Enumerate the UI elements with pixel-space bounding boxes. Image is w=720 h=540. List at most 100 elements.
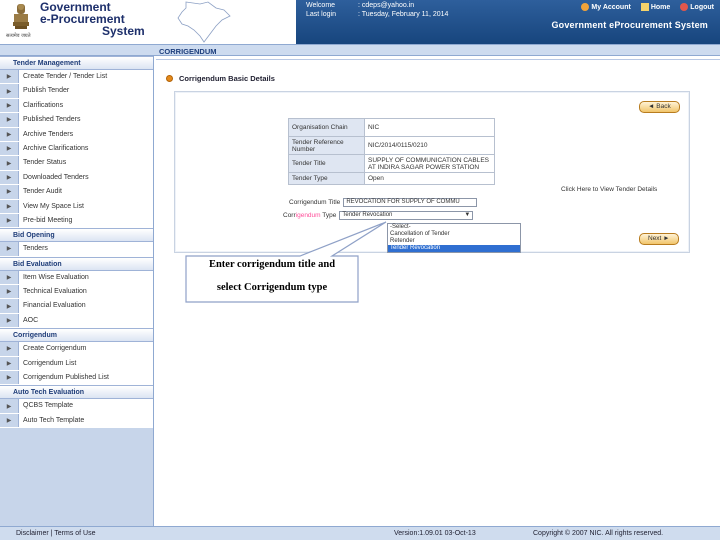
sidebar-item-archive-tenders[interactable]: ▶ Archive Tenders: [0, 127, 153, 142]
sidebar-item-aoc[interactable]: ▶ AOC: [0, 313, 153, 329]
brand-line-3: System: [102, 24, 145, 38]
corrigendum-title-label: Corrigendum Title: [289, 199, 341, 206]
chevron-right-icon: ▶: [6, 246, 12, 253]
sidebar-item-create-corrigendum[interactable]: ▶ Create Corrigendum: [0, 342, 153, 357]
chevron-right-icon: ▶: [6, 218, 12, 225]
detail-value: Open: [364, 172, 495, 185]
detail-key: Tender Type: [288, 172, 365, 185]
section-heading: Corrigendum Basic Details: [166, 74, 275, 83]
sidebar: Tender Management ▶ Create Tender / Tende…: [0, 56, 154, 526]
dropdown-option[interactable]: -Select-: [388, 224, 520, 231]
chevron-right-icon: ▶: [6, 289, 12, 296]
bullet-icon: [166, 75, 173, 82]
logout-icon: [680, 3, 689, 11]
terms-link[interactable]: Terms of Use: [54, 530, 95, 537]
corrigendum-title-row: Corrigendum Title REVOCATION FOR SUPPLY …: [289, 198, 478, 207]
table-row: Organisation Chain NIC: [288, 118, 495, 137]
details-panel: ◄ Back Organisation Chain NIC Tender Refe…: [174, 91, 690, 253]
sidebar-item-downloaded-tenders[interactable]: ▶ Downloaded Tenders: [0, 170, 153, 186]
sidebar-item-corrigendum-list[interactable]: ▶ Corrigendum List: [0, 356, 153, 372]
chevron-right-icon: ▶: [6, 146, 12, 153]
last-login-value: : Tuesday, February 11, 2014: [358, 11, 449, 18]
copyright-text: Copyright © 2007 NIC. All rights reserve…: [533, 530, 664, 537]
sidebar-item-create-tender[interactable]: ▶ Create Tender / Tender List: [0, 70, 153, 85]
chevron-right-icon: ▶: [6, 418, 12, 424]
footer: Disclaimer | Terms of Use Version:1.09.0…: [0, 526, 720, 540]
chevron-right-icon: ▶: [6, 174, 12, 181]
logout-link[interactable]: Logout: [680, 3, 714, 11]
sidebar-item-tender-audit[interactable]: ▶ Tender Audit: [0, 185, 153, 200]
next-button[interactable]: Next ►: [639, 233, 679, 245]
chevron-down-icon: ▼: [464, 212, 471, 218]
sidebar-item-technical-evaluation[interactable]: ▶ Technical Evaluation: [0, 285, 153, 300]
chevron-right-icon: ▶: [6, 88, 12, 95]
header: सत्यमेव जयते Government e-Procurement Sy…: [0, 0, 720, 44]
version-text: Version:1.09.01 03-Oct-13: [394, 530, 476, 537]
detail-key: Organisation Chain: [288, 118, 365, 137]
table-row: Tender Reference Number NIC/2014/0115/021…: [288, 136, 495, 155]
sidebar-item-prebid-meeting[interactable]: ▶ Pre-bid Meeting: [0, 213, 153, 229]
corrigendum-type-select[interactable]: Tender Revocation ▼: [339, 211, 474, 220]
chevron-right-icon: ▶: [6, 375, 12, 382]
corrigendum-title-input[interactable]: REVOCATION FOR SUPPLY OF COMMU: [343, 198, 478, 207]
sidebar-item-publish-tender[interactable]: ▶ Publish Tender: [0, 84, 153, 99]
sidebar-section-auto-tech-evaluation: Auto Tech Evaluation: [0, 385, 153, 400]
chevron-right-icon: ▶: [6, 360, 12, 367]
brand-title: Government e-Procurement System: [40, 1, 145, 37]
sidebar-section-corrigendum: Corrigendum: [0, 328, 153, 343]
emblem-caption: सत्यमेव जयते: [6, 33, 31, 39]
last-login-row: Last login : Tuesday, February 11, 2014: [306, 11, 448, 18]
dropdown-option[interactable]: Cancellation of Tender: [388, 231, 520, 238]
home-icon: [640, 3, 649, 11]
corrigendum-type-dropdown: -Select- Cancellation of Tender Retender…: [387, 223, 521, 253]
chevron-right-icon: ▶: [6, 117, 12, 124]
dropdown-option[interactable]: Retender: [388, 238, 520, 245]
sidebar-item-published-tenders[interactable]: ▶ Published Tenders: [0, 113, 153, 128]
sidebar-item-tenders[interactable]: ▶ Tenders: [0, 242, 153, 257]
emblem-icon: [13, 4, 29, 29]
chevron-right-icon: ▶: [6, 346, 12, 353]
chevron-right-icon: ▶: [6, 189, 12, 196]
welcome-row: Welcome : cdeps@yahoo.in: [306, 2, 414, 9]
footer-links: Disclaimer | Terms of Use: [16, 530, 96, 537]
my-account-link[interactable]: My Account: [581, 3, 631, 11]
callout-line-1: Enter corrigendum title and: [208, 259, 336, 270]
chevron-right-icon: ▶: [6, 102, 12, 109]
welcome-value: : cdeps@yahoo.in: [358, 2, 415, 9]
sidebar-item-financial-evaluation[interactable]: ▶ Financial Evaluation: [0, 299, 153, 314]
detail-value: NIC/2014/0115/0210: [364, 136, 495, 155]
chevron-right-icon: ▶: [6, 303, 12, 310]
india-map-icon: [177, 1, 231, 43]
system-title: Government eProcurement System: [551, 20, 708, 30]
sidebar-item-auto-tech-template[interactable]: ▶ Auto Tech Template: [0, 413, 153, 429]
last-login-key: Last login: [306, 11, 336, 18]
view-tender-details-link[interactable]: Click Here to View Tender Details: [561, 186, 657, 193]
sidebar-section-tender-management: Tender Management: [0, 56, 153, 70]
detail-value: NIC: [364, 118, 495, 137]
chevron-right-icon: ▶: [6, 318, 12, 325]
sidebar-item-clarifications[interactable]: ▶ Clarifications: [0, 98, 153, 114]
tender-details-table: Organisation Chain NIC Tender Reference N…: [288, 118, 495, 185]
sidebar-item-tender-status[interactable]: ▶ Tender Status: [0, 156, 153, 171]
sidebar-item-qcbs-template[interactable]: ▶ QCBS Template: [0, 399, 153, 414]
dropdown-option-selected[interactable]: Tender Revocation: [388, 245, 520, 252]
section-heading-text: Corrigendum Basic Details: [179, 74, 275, 83]
disclaimer-link[interactable]: Disclaimer: [16, 530, 49, 537]
sidebar-section-bid-evaluation: Bid Evaluation: [0, 256, 153, 271]
corrigendum-type-row: Corrigendum Type Tender Revocation ▼: [283, 211, 474, 220]
sidebar-item-corrigendum-published-list[interactable]: ▶ Corrigendum Published List: [0, 371, 153, 386]
sidebar-item-item-wise-evaluation[interactable]: ▶ Item Wise Evaluation: [0, 270, 153, 286]
welcome-key: Welcome: [306, 2, 336, 9]
home-link[interactable]: Home: [640, 3, 670, 11]
sidebar-section-bid-opening: Bid Opening: [0, 228, 153, 243]
chevron-right-icon: ▶: [6, 203, 12, 210]
breadcrumb: CORRIGENDUM: [159, 47, 217, 56]
chevron-right-icon: ▶: [6, 160, 12, 167]
divider: [156, 59, 720, 60]
callout-line-2: select Corrigendum type: [216, 282, 328, 293]
detail-key: Tender Title: [288, 154, 365, 173]
sidebar-item-archive-clarifications[interactable]: ▶ Archive Clarifications: [0, 141, 153, 157]
table-row: Tender Title SUPPLY OF COMMUNICATION CABL…: [288, 154, 495, 173]
back-button[interactable]: ◄ Back: [639, 101, 680, 113]
sidebar-item-view-my-space[interactable]: ▶ View My Space List: [0, 199, 153, 214]
